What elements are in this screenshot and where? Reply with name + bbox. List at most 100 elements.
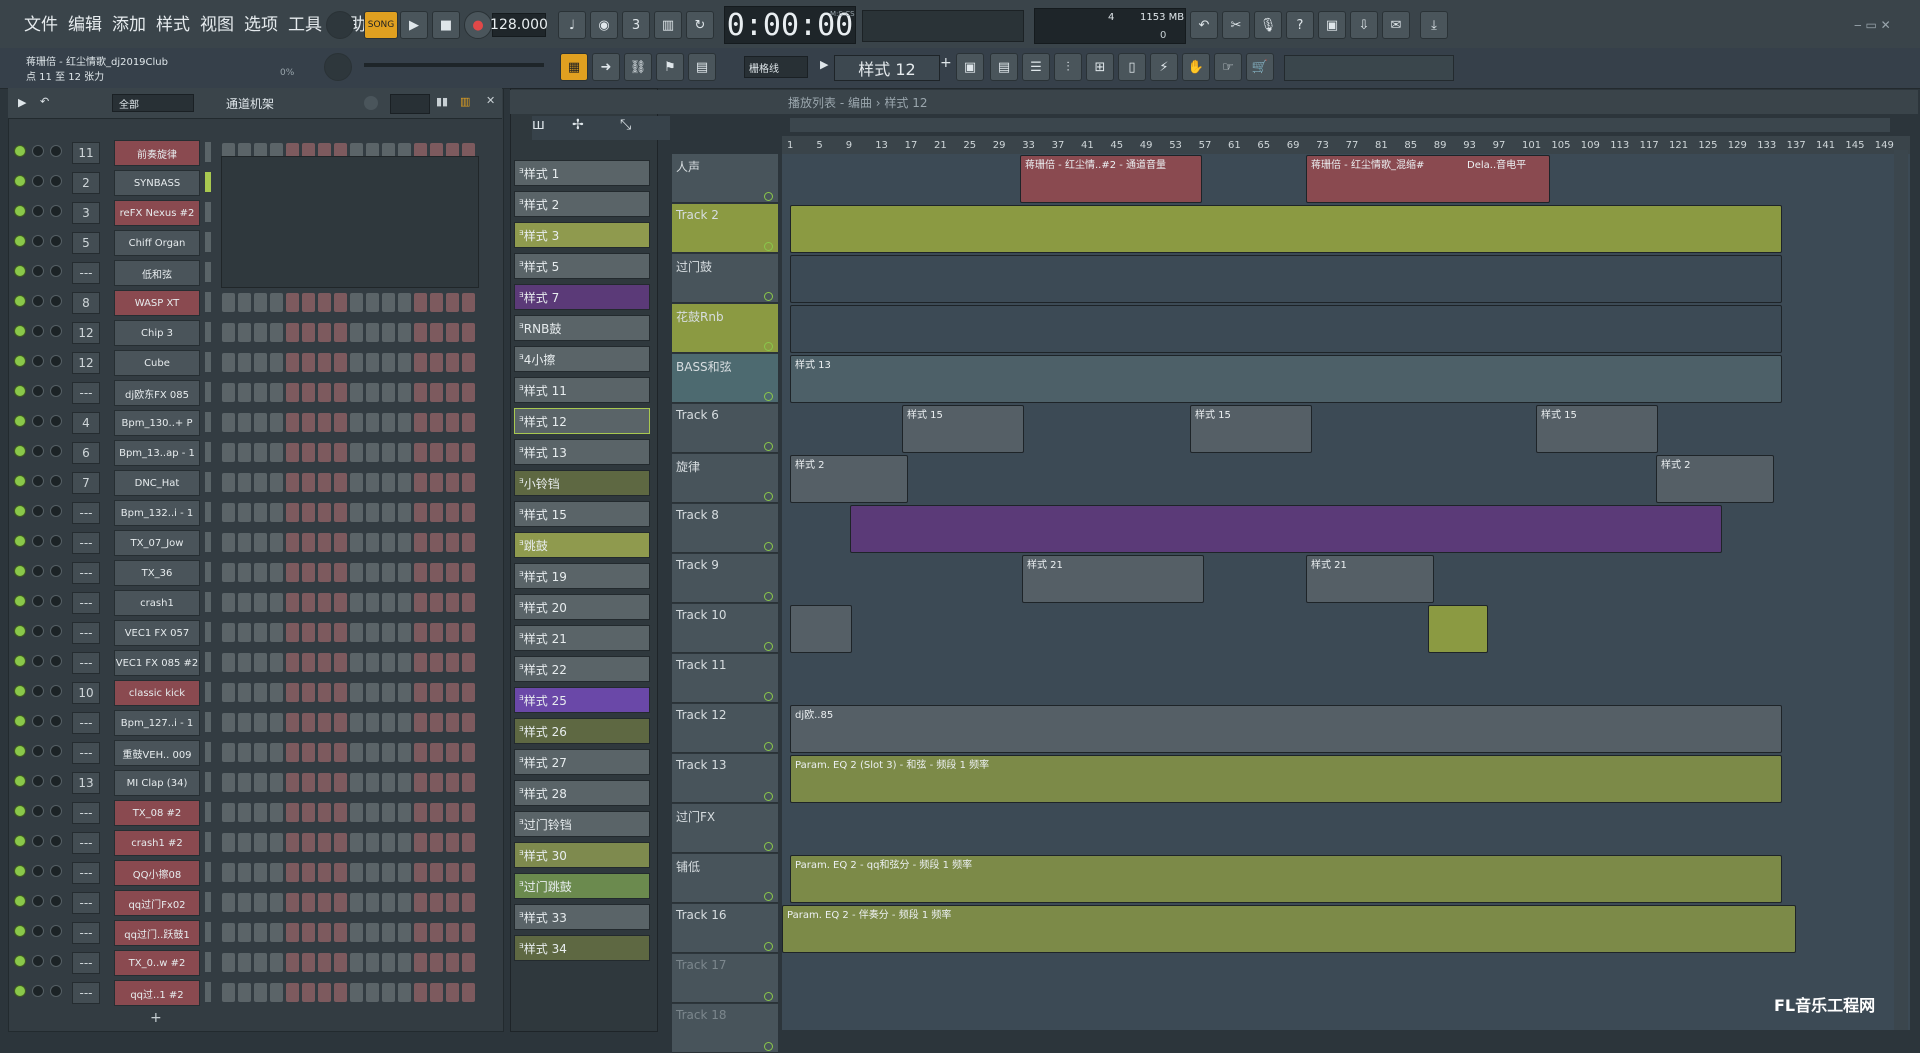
record-button[interactable]: ● [464, 11, 492, 39]
menu-item-3[interactable]: 样式 [154, 10, 192, 35]
mute-led[interactable] [14, 475, 26, 487]
step-button[interactable] [430, 503, 443, 522]
step-button[interactable] [414, 323, 427, 342]
step-button[interactable] [382, 593, 395, 612]
channel-name-button[interactable]: 前奏旋律 [114, 140, 200, 166]
channel-name-button[interactable]: VEC1 FX 057 [114, 620, 200, 646]
step-button[interactable] [238, 953, 251, 972]
step-button[interactable] [254, 773, 267, 792]
tool-view-2[interactable]: ▤ [990, 53, 1018, 81]
track-mute-led[interactable] [764, 192, 773, 201]
step-button[interactable] [318, 803, 331, 822]
step-button[interactable] [366, 923, 379, 942]
step-button[interactable] [286, 473, 299, 492]
step-button[interactable] [382, 473, 395, 492]
step-button[interactable] [382, 503, 395, 522]
step-button[interactable] [414, 953, 427, 972]
step-button[interactable] [222, 473, 235, 492]
step-button[interactable] [462, 413, 475, 432]
step-button[interactable] [334, 323, 347, 342]
mixer-track-number[interactable]: --- [72, 802, 100, 824]
channel-select[interactable] [205, 802, 211, 822]
channel-name-button[interactable]: qq过..1 #2 [114, 980, 200, 1006]
step-button[interactable] [350, 713, 363, 732]
channel-select[interactable] [205, 952, 211, 972]
channel-select[interactable] [205, 892, 211, 912]
step-button[interactable] [350, 863, 363, 882]
step-button[interactable] [286, 623, 299, 642]
step-button[interactable] [414, 593, 427, 612]
prev-pattern-arrow[interactable]: ▶ [820, 58, 828, 71]
volume-knob[interactable] [50, 355, 62, 367]
step-button[interactable] [286, 323, 299, 342]
help-button[interactable]: ? [1286, 11, 1314, 39]
channel-name-button[interactable]: Bpm_130..+ P [114, 410, 200, 436]
step-button[interactable] [430, 353, 443, 372]
pattern-item[interactable]: ᴲ 跳鼓 [514, 532, 650, 558]
mic-button[interactable]: 🎙 [1254, 11, 1282, 39]
step-button[interactable] [222, 293, 235, 312]
audio-mode-icon[interactable]: ✢ [572, 117, 584, 133]
step-button[interactable] [302, 683, 315, 702]
step-button[interactable] [254, 953, 267, 972]
step-button[interactable] [334, 743, 347, 762]
step-button[interactable] [270, 923, 283, 942]
step-button[interactable] [462, 923, 475, 942]
step-button[interactable] [254, 983, 267, 1002]
step-button[interactable] [302, 743, 315, 762]
step-button[interactable] [318, 323, 331, 342]
pan-knob[interactable] [32, 475, 44, 487]
step-button[interactable] [382, 353, 395, 372]
step-button[interactable] [270, 893, 283, 912]
pan-knob[interactable] [32, 835, 44, 847]
playlist-clip[interactable] [850, 505, 1722, 553]
step-button[interactable] [286, 893, 299, 912]
mixer-track-number[interactable]: 8 [72, 292, 100, 314]
step-button[interactable] [398, 383, 411, 402]
step-button[interactable] [286, 653, 299, 672]
channel-select[interactable] [205, 472, 211, 492]
step-button[interactable] [254, 713, 267, 732]
step-button[interactable] [302, 923, 315, 942]
step-button[interactable] [446, 863, 459, 882]
step-button[interactable] [318, 353, 331, 372]
step-button[interactable] [238, 833, 251, 852]
pattern-item[interactable]: ᴲ 样式 20 [514, 594, 650, 620]
pan-knob[interactable] [32, 925, 44, 937]
step-button[interactable] [318, 863, 331, 882]
step-button[interactable] [318, 953, 331, 972]
step-button[interactable] [430, 923, 443, 942]
step-button[interactable] [286, 773, 299, 792]
step-button[interactable] [350, 623, 363, 642]
mute-led[interactable] [14, 535, 26, 547]
mute-led[interactable] [14, 775, 26, 787]
plugin-button[interactable]: ⚡ [1150, 53, 1178, 81]
pattern-selector[interactable]: 样式 12 [834, 55, 940, 81]
pan-knob[interactable] [32, 535, 44, 547]
step-button[interactable] [334, 683, 347, 702]
pattern-item[interactable]: ᴲ 小铃铛 [514, 470, 650, 496]
step-button[interactable] [302, 833, 315, 852]
pan-knob[interactable] [32, 265, 44, 277]
step-button[interactable] [446, 683, 459, 702]
mute-led[interactable] [14, 895, 26, 907]
step-button[interactable] [350, 473, 363, 492]
step-button[interactable] [270, 713, 283, 732]
playlist-clip[interactable] [790, 255, 1782, 303]
volume-knob[interactable] [50, 775, 62, 787]
step-button[interactable] [254, 593, 267, 612]
channel-name-button[interactable]: dj欧东FX 085 [114, 380, 200, 406]
step-button[interactable] [222, 503, 235, 522]
mixer-track-number[interactable]: --- [72, 652, 100, 674]
step-button[interactable] [350, 803, 363, 822]
mixer-track-number[interactable]: --- [72, 862, 100, 884]
mixer-track-number[interactable]: 6 [72, 442, 100, 464]
mute-led[interactable] [14, 445, 26, 457]
track-mute-led[interactable] [764, 842, 773, 851]
volume-knob[interactable] [50, 625, 62, 637]
step-button[interactable] [398, 983, 411, 1002]
track-mute-led[interactable] [764, 292, 773, 301]
step-button[interactable] [254, 833, 267, 852]
mixer-track-number[interactable]: --- [72, 982, 100, 1004]
step-button[interactable] [318, 893, 331, 912]
